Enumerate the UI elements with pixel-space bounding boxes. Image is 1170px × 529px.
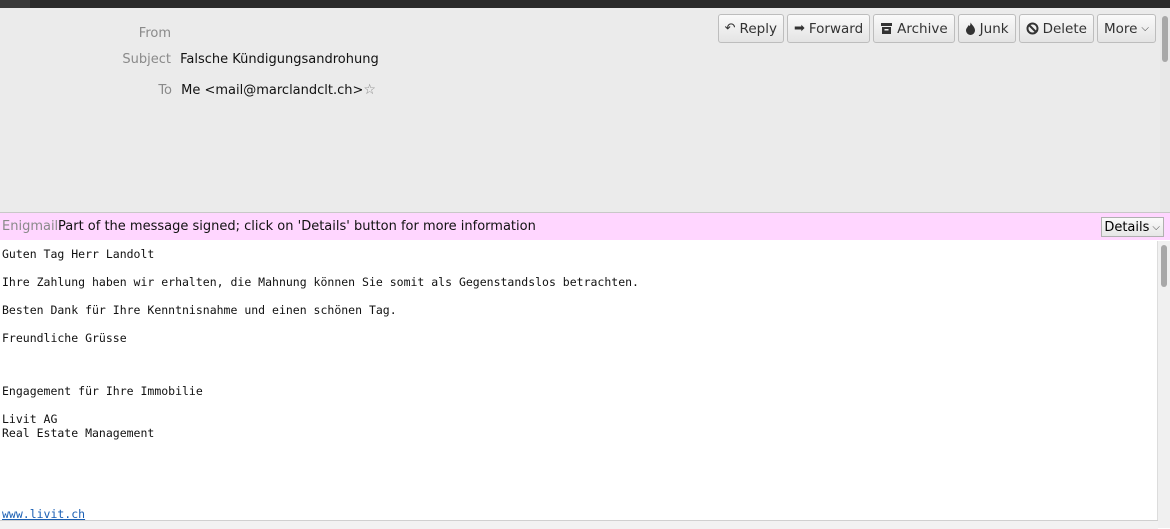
reply-button[interactable]: ↶ Reply	[717, 14, 784, 43]
to-label: To	[158, 83, 172, 98]
message-body: Guten Tag Herr Landolt Ihre Zahlung habe…	[0, 241, 1158, 528]
to-row: To Me <mail@marclandclt.ch>☆	[0, 82, 376, 98]
to-value[interactable]: Me <mail@marclandclt.ch>	[181, 83, 363, 98]
junk-label: Junk	[979, 20, 1009, 37]
details-button[interactable]: Details ⌵	[1101, 217, 1164, 237]
body-line: Real Estate Management	[2, 426, 155, 440]
delete-icon	[1026, 22, 1039, 35]
website-link[interactable]: www.livit.ch	[2, 507, 85, 521]
subject-row: Subject Falsche Kündigungsandrohung	[0, 52, 379, 67]
junk-button[interactable]: Junk	[957, 14, 1016, 43]
archive-icon	[881, 23, 893, 34]
forward-arrow-icon: ➡	[793, 21, 805, 36]
more-label: More	[1103, 20, 1138, 37]
delete-button[interactable]: Delete	[1018, 14, 1094, 43]
from-label: From	[138, 26, 171, 41]
archive-label: Archive	[897, 20, 948, 37]
archive-button[interactable]: Archive	[873, 14, 955, 43]
body-line: Freundliche Grüsse	[2, 331, 127, 345]
header-scrollbar-thumb[interactable]	[1162, 16, 1168, 62]
chevron-down-icon: ⌵	[1141, 22, 1149, 34]
from-row: From	[0, 26, 171, 41]
more-button[interactable]: More ⌵	[1096, 14, 1156, 43]
subject-label: Subject	[122, 52, 171, 67]
enigmail-message: Part of the message signed; click on 'De…	[58, 219, 536, 234]
details-label: Details	[1104, 219, 1150, 235]
star-icon[interactable]: ☆	[363, 82, 376, 98]
enigmail-bar: Enigmail Part of the message signed; cli…	[0, 213, 1170, 240]
subject-value: Falsche Kündigungsandrohung	[180, 52, 379, 67]
window-top-bar	[0, 0, 1170, 10]
reply-label: Reply	[739, 20, 777, 37]
message-header: From Subject Falsche Kündigungsandrohung…	[0, 8, 1170, 213]
body-scrollbar-thumb[interactable]	[1161, 245, 1167, 287]
body-scrollbar[interactable]	[1157, 241, 1170, 528]
reply-arrow-icon: ↶	[724, 21, 736, 36]
header-scrollbar[interactable]	[1160, 8, 1170, 212]
body-line: Guten Tag Herr Landolt	[2, 247, 155, 261]
body-line: Livit AG	[2, 412, 58, 426]
junk-flame-icon	[965, 22, 975, 35]
chevron-down-icon: ⌵	[1152, 221, 1160, 233]
body-line: Besten Dank für Ihre Kenntnisnahme und e…	[2, 303, 397, 317]
forward-label: Forward	[808, 20, 864, 37]
body-line: Ihre Zahlung haben wir erhalten, die Mah…	[2, 275, 639, 289]
forward-button[interactable]: ➡ Forward	[786, 14, 871, 43]
body-line: Engagement für Ihre Immobilie	[2, 384, 203, 398]
message-toolbar: ↶ Reply ➡ Forward Archive Junk Delete Mo…	[717, 14, 1156, 43]
delete-label: Delete	[1042, 20, 1087, 37]
enigmail-label: Enigmail	[2, 219, 59, 234]
